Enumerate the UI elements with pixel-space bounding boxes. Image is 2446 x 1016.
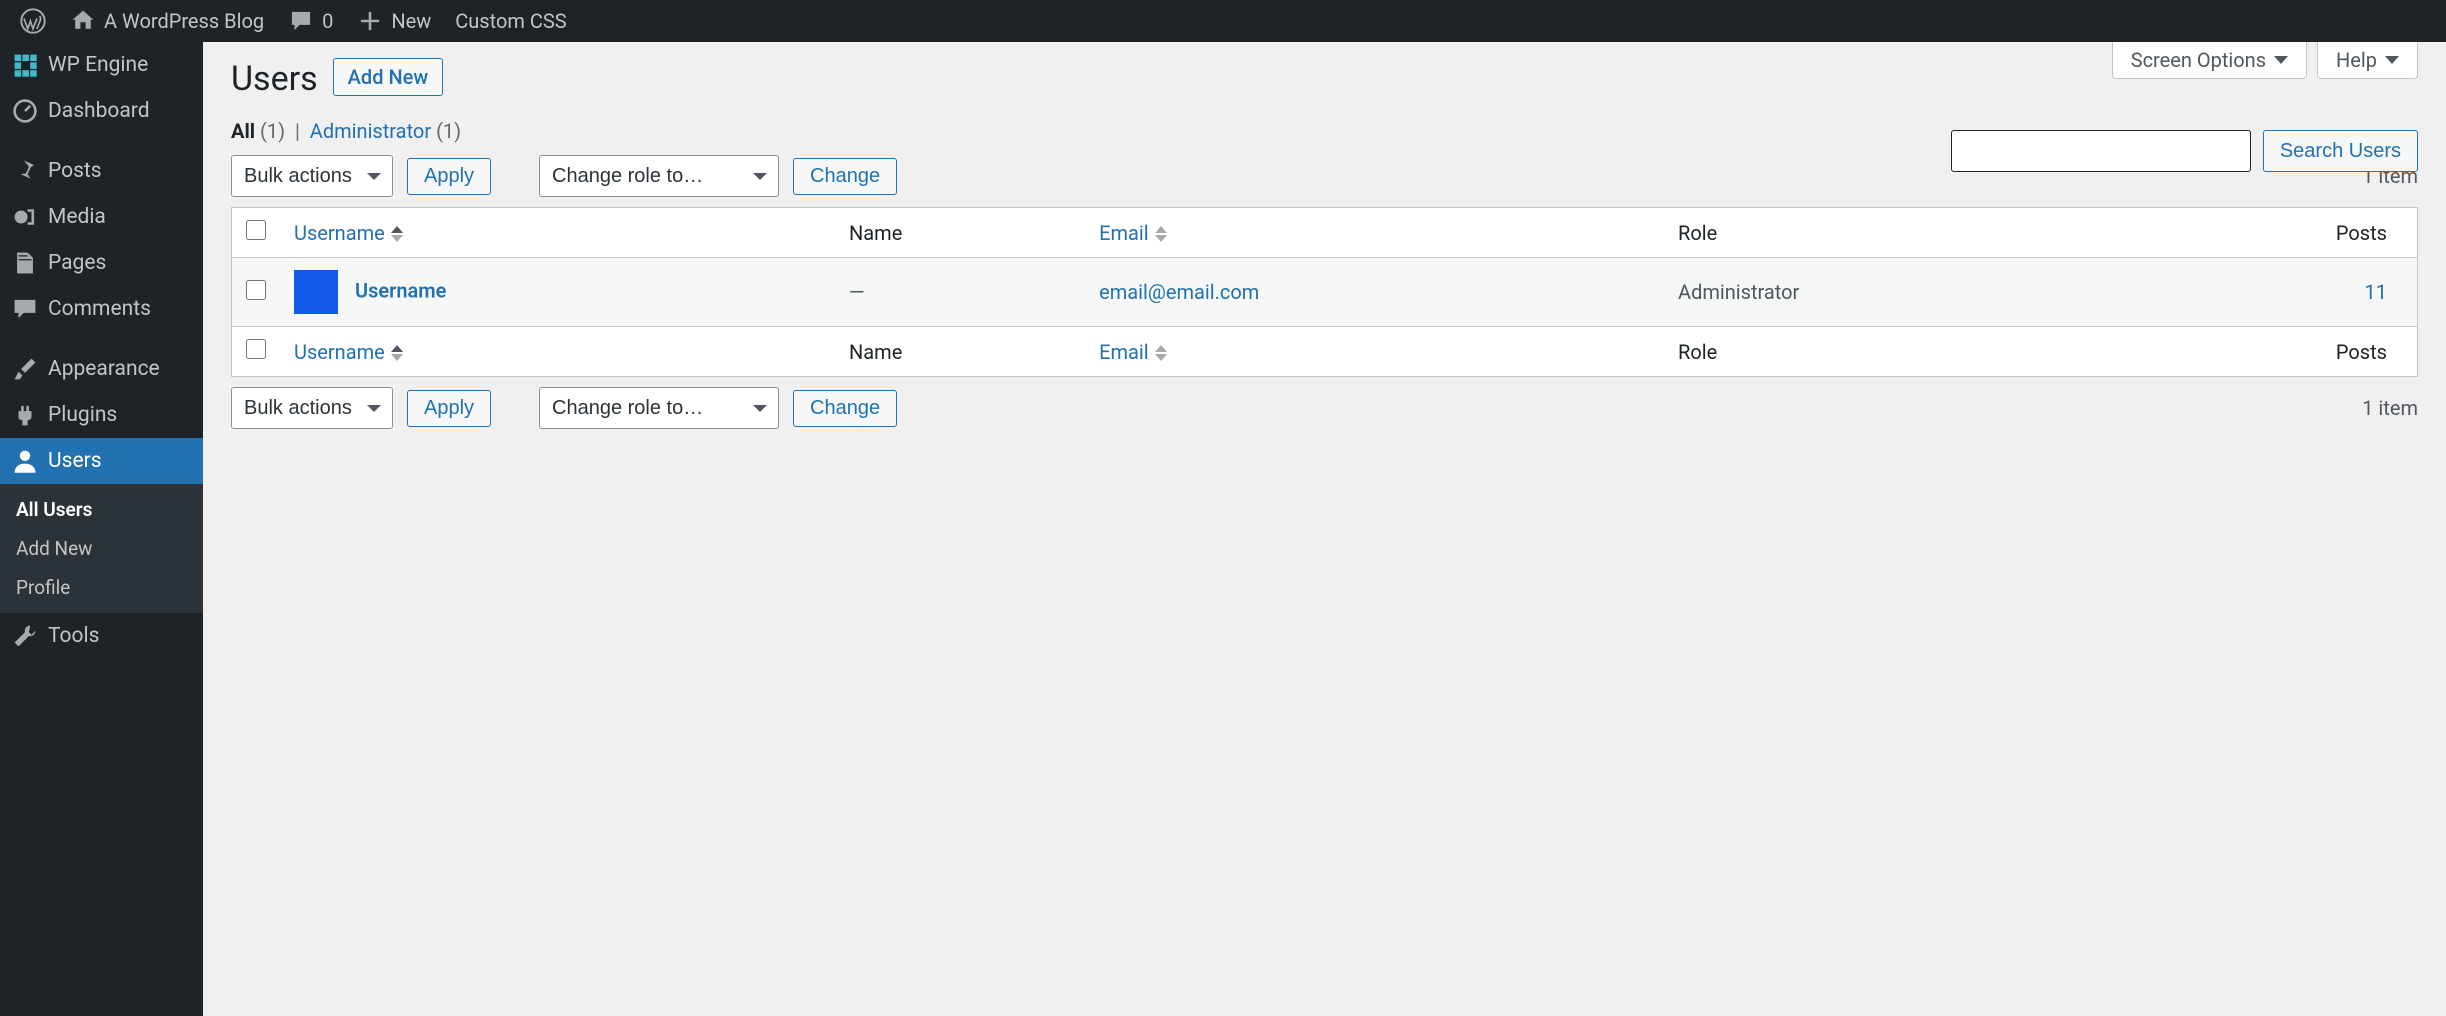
submenu-all-users[interactable]: All Users bbox=[0, 490, 203, 529]
menu-plugins[interactable]: Plugins bbox=[0, 392, 203, 438]
comments-link[interactable]: 0 bbox=[276, 0, 345, 42]
email-link[interactable]: email@email.com bbox=[1099, 280, 1259, 304]
menu-appearance[interactable]: Appearance bbox=[0, 346, 203, 392]
col-posts: Posts bbox=[2123, 208, 2417, 258]
chat-icon bbox=[12, 296, 38, 322]
col-email[interactable]: Email bbox=[1085, 208, 1664, 258]
select-all-bottom[interactable] bbox=[246, 339, 266, 359]
home-icon bbox=[70, 8, 96, 34]
plug-icon bbox=[12, 402, 38, 428]
menu-wpengine[interactable]: WP Engine bbox=[0, 42, 203, 88]
col-username[interactable]: Username bbox=[280, 208, 835, 258]
apply-button-top[interactable]: Apply bbox=[407, 158, 491, 195]
col-email-foot[interactable]: Email bbox=[1085, 327, 1664, 377]
brush-icon bbox=[12, 356, 38, 382]
change-role-select-bottom[interactable]: Change role to… bbox=[539, 387, 779, 429]
submenu-profile[interactable]: Profile bbox=[0, 568, 203, 607]
media-icon bbox=[12, 204, 38, 230]
admin-bar: A WordPress Blog 0 New Custom CSS bbox=[0, 0, 2446, 42]
menu-users[interactable]: Users bbox=[0, 438, 203, 484]
submenu-add-new[interactable]: Add New bbox=[0, 529, 203, 568]
comment-icon bbox=[288, 8, 314, 34]
select-all-top[interactable] bbox=[246, 220, 266, 240]
custom-css-link[interactable]: Custom CSS bbox=[443, 0, 578, 42]
bulk-actions-select-top[interactable]: Bulk actions bbox=[231, 155, 393, 197]
table-row: Username — email@email.com Administrator… bbox=[232, 258, 2418, 327]
help-button[interactable]: Help bbox=[2317, 42, 2418, 79]
admin-menu: WP Engine Dashboard Posts Media Pages Co… bbox=[0, 42, 203, 1016]
new-content[interactable]: New bbox=[345, 0, 443, 42]
menu-tools[interactable]: Tools bbox=[0, 613, 203, 659]
change-button-top[interactable]: Change bbox=[793, 158, 897, 195]
col-role-foot: Role bbox=[1664, 327, 2123, 377]
users-submenu: All Users Add New Profile bbox=[0, 484, 203, 613]
wrench-icon bbox=[12, 623, 38, 649]
col-name-foot: Name bbox=[835, 327, 1085, 377]
pin-icon bbox=[12, 158, 38, 184]
avatar bbox=[294, 270, 338, 314]
col-posts-foot: Posts bbox=[2123, 327, 2417, 377]
dashboard-icon bbox=[12, 98, 38, 124]
col-username-foot[interactable]: Username bbox=[280, 327, 835, 377]
wp-logo[interactable] bbox=[8, 0, 58, 42]
menu-dashboard[interactable]: Dashboard bbox=[0, 88, 203, 134]
menu-media[interactable]: Media bbox=[0, 194, 203, 240]
site-title: A WordPress Blog bbox=[104, 9, 264, 33]
filter-all[interactable]: All bbox=[231, 119, 255, 143]
wpengine-icon bbox=[12, 52, 38, 78]
item-count-bottom: 1 item bbox=[2362, 396, 2418, 420]
user-icon bbox=[12, 448, 38, 474]
screen-options-button[interactable]: Screen Options bbox=[2112, 42, 2307, 79]
menu-posts[interactable]: Posts bbox=[0, 148, 203, 194]
site-name[interactable]: A WordPress Blog bbox=[58, 0, 276, 42]
change-role-select-top[interactable]: Change role to… bbox=[539, 155, 779, 197]
row-checkbox[interactable] bbox=[246, 280, 266, 300]
apply-button-bottom[interactable]: Apply bbox=[407, 390, 491, 427]
filter-administrator[interactable]: Administrator bbox=[310, 119, 431, 143]
bulk-actions-select-bottom[interactable]: Bulk actions bbox=[231, 387, 393, 429]
chevron-down-icon bbox=[2385, 56, 2399, 64]
plus-icon bbox=[357, 8, 383, 34]
menu-pages[interactable]: Pages bbox=[0, 240, 203, 286]
posts-link[interactable]: 11 bbox=[2365, 280, 2387, 304]
comments-count: 0 bbox=[322, 9, 333, 33]
chevron-down-icon bbox=[2274, 56, 2288, 64]
username-link[interactable]: Username bbox=[355, 278, 446, 302]
page-icon bbox=[12, 250, 38, 276]
new-label: New bbox=[391, 9, 431, 33]
menu-comments[interactable]: Comments bbox=[0, 286, 203, 332]
search-input[interactable] bbox=[1951, 130, 2251, 172]
col-role: Role bbox=[1664, 208, 2123, 258]
page-title: Users bbox=[231, 59, 318, 99]
row-name: — bbox=[835, 258, 1085, 327]
row-role: Administrator bbox=[1664, 258, 2123, 327]
col-name: Name bbox=[835, 208, 1085, 258]
users-table: Username Name Email Role Posts Username bbox=[231, 207, 2418, 377]
add-new-button[interactable]: Add New bbox=[333, 58, 444, 96]
change-button-bottom[interactable]: Change bbox=[793, 390, 897, 427]
search-users-button[interactable]: Search Users bbox=[2263, 130, 2418, 172]
main-content: Screen Options Help Users Add New All (1… bbox=[203, 42, 2446, 1016]
